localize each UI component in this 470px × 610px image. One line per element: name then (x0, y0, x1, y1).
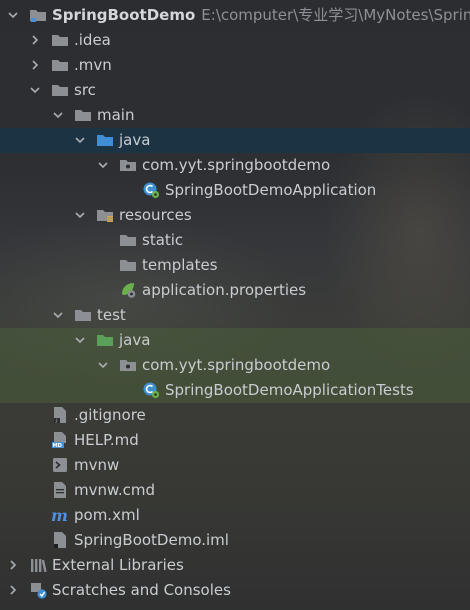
tree-label: static (142, 231, 184, 249)
chevron-down-icon[interactable] (52, 109, 64, 121)
tree-row-iml[interactable]: SpringBootDemo.iml (0, 528, 470, 553)
chevron-down-icon[interactable] (97, 159, 109, 171)
tree-label: com.yyt.springbootdemo (142, 356, 331, 374)
maven-icon (51, 506, 69, 524)
chevron-down-icon[interactable] (74, 334, 86, 346)
folder-icon (74, 306, 92, 324)
tree-label: java (119, 131, 151, 149)
chevron-down-icon[interactable] (7, 9, 19, 21)
tree-label: SpringBootDemoApplicationTests (165, 381, 414, 399)
tree-label: java (119, 331, 151, 349)
tree-row-idea[interactable]: .idea (0, 28, 470, 53)
chevron-down-icon[interactable] (97, 359, 109, 371)
folder-icon (74, 106, 92, 124)
project-name: SpringBootDemo (52, 6, 196, 24)
chevron-down-icon[interactable] (74, 209, 86, 221)
tree-row-test-package[interactable]: com.yyt.springbootdemo (0, 353, 470, 378)
tree-row-static[interactable]: static (0, 228, 470, 253)
tree-label: mvnw (74, 456, 120, 474)
chevron-right-icon[interactable] (7, 584, 19, 596)
folder-icon (51, 31, 69, 49)
tree-row-app-properties[interactable]: application.properties (0, 278, 470, 303)
package-icon (119, 356, 137, 374)
tree-row-main-app[interactable]: SpringBootDemoApplication (0, 178, 470, 203)
tree-row-external-libraries[interactable]: External Libraries (0, 553, 470, 578)
resources-folder-icon (96, 206, 114, 224)
tree-row-test[interactable]: test (0, 303, 470, 328)
scratches-icon (29, 581, 47, 599)
spring-boot-test-class-icon (142, 381, 160, 399)
test-folder-icon (96, 331, 114, 349)
project-folder-icon (29, 6, 47, 24)
folder-icon (119, 231, 137, 249)
tree-row-mvnw-cmd[interactable]: mvnw.cmd (0, 478, 470, 503)
chevron-right-icon[interactable] (29, 59, 41, 71)
project-label: SpringBootDemo E:\computer\专业学习\MyNotes\S… (52, 6, 470, 25)
tree-label: mvnw.cmd (74, 481, 156, 499)
tree-label: .mvn (74, 56, 112, 74)
tree-row-mvnw[interactable]: mvnw (0, 453, 470, 478)
tree-row-test-java[interactable]: java (0, 328, 470, 353)
source-folder-icon (96, 131, 114, 149)
chevron-down-icon[interactable] (74, 134, 86, 146)
tree-label: resources (119, 206, 192, 224)
tree-row-main-package[interactable]: com.yyt.springbootdemo (0, 153, 470, 178)
tree-label: src (74, 81, 96, 99)
chevron-right-icon[interactable] (29, 34, 41, 46)
tree-label: External Libraries (52, 556, 184, 574)
project-path: E:\computer\专业学习\MyNotes\Spring (201, 6, 470, 24)
tree-row-gitignore[interactable]: .gitignore (0, 403, 470, 428)
tree-label: main (97, 106, 135, 124)
tree-label: .gitignore (74, 406, 146, 424)
tree-row-help-md[interactable]: HELP.md (0, 428, 470, 453)
tree-label: .idea (74, 31, 111, 49)
tree-label: Scratches and Consoles (52, 581, 231, 599)
tree-row-test-app[interactable]: SpringBootDemoApplicationTests (0, 378, 470, 403)
markdown-file-icon (51, 431, 69, 449)
tree-label: templates (142, 256, 218, 274)
folder-icon (119, 256, 137, 274)
tree-row-pom[interactable]: pom.xml (0, 503, 470, 528)
libraries-icon (29, 556, 47, 574)
folder-icon (51, 56, 69, 74)
chevron-right-icon[interactable] (7, 559, 19, 571)
tree-label: HELP.md (74, 431, 139, 449)
spring-properties-icon (119, 281, 137, 299)
tree-row-main-java[interactable]: java (0, 128, 470, 153)
tree-label: application.properties (142, 281, 307, 299)
tree-row-main[interactable]: main (0, 103, 470, 128)
tree-label: SpringBootDemoApplication (165, 181, 377, 199)
tree-row-src[interactable]: src (0, 78, 470, 103)
package-icon (119, 156, 137, 174)
module-file-icon (51, 531, 69, 549)
tree-row-project[interactable]: SpringBootDemo E:\computer\专业学习\MyNotes\S… (0, 3, 470, 28)
tree-row-mvn[interactable]: .mvn (0, 53, 470, 78)
gitignore-file-icon (51, 406, 69, 424)
shell-script-icon (51, 456, 69, 474)
tree-row-scratches[interactable]: Scratches and Consoles (0, 578, 470, 603)
tree-label: SpringBootDemo.iml (74, 531, 229, 549)
tree-label: pom.xml (74, 506, 140, 524)
folder-icon (51, 81, 69, 99)
tree-row-resources[interactable]: resources (0, 203, 470, 228)
tree-label: com.yyt.springbootdemo (142, 156, 331, 174)
tree-label: test (97, 306, 126, 324)
chevron-down-icon[interactable] (52, 309, 64, 321)
chevron-down-icon[interactable] (29, 84, 41, 96)
tree-row-templates[interactable]: templates (0, 253, 470, 278)
spring-boot-class-icon (142, 181, 160, 199)
text-file-icon (51, 481, 69, 499)
